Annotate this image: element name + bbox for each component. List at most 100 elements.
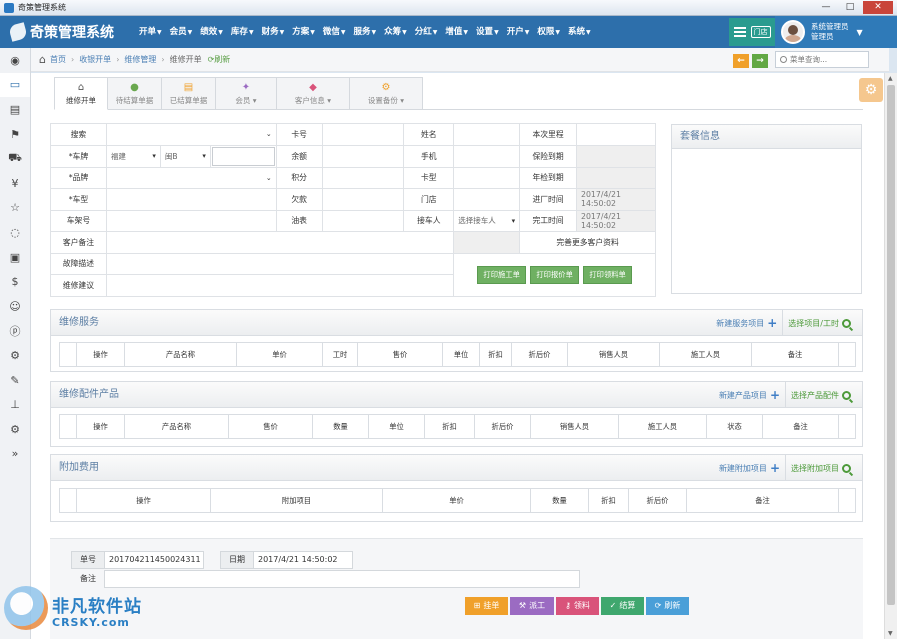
- advice-field[interactable]: [105, 274, 455, 297]
- fuel-field[interactable]: [321, 209, 405, 232]
- menu-item[interactable]: 系统▼: [565, 16, 596, 48]
- dollar-icon[interactable]: $: [0, 269, 30, 294]
- maximize-button[interactable]: □: [839, 1, 861, 14]
- choose-extra-button[interactable]: 选择附加项目: [786, 455, 856, 481]
- breadcrumb-repair[interactable]: 维修管理: [124, 54, 156, 65]
- menu-item[interactable]: 开单▼: [136, 16, 167, 48]
- vertical-scrollbar[interactable]: ▲ ▼: [884, 73, 897, 639]
- note-field[interactable]: [104, 570, 580, 588]
- breadcrumb-cashier[interactable]: 收银开单: [79, 54, 111, 65]
- star-icon[interactable]: ☆: [0, 196, 30, 221]
- new-part-button[interactable]: 新建产品项目 +: [714, 382, 786, 408]
- cart-icon: ⊞: [473, 601, 481, 610]
- customer-note-field[interactable]: [105, 231, 455, 254]
- monitor-icon[interactable]: ▭: [0, 72, 30, 98]
- date-field[interactable]: 2017/4/21 14:50:02: [253, 551, 353, 569]
- menu-item[interactable]: 库存▼: [228, 16, 259, 48]
- collapse-icon[interactable]: »: [0, 442, 30, 467]
- insurance-field[interactable]: [576, 144, 656, 168]
- gear-icon[interactable]: ⚙: [0, 343, 30, 368]
- menu-item[interactable]: 微信▼: [320, 16, 351, 48]
- scroll-thumb[interactable]: [887, 85, 895, 605]
- refresh-button[interactable]: ⟳ 刷新: [646, 597, 689, 615]
- vin-field[interactable]: [105, 209, 277, 232]
- menu-item[interactable]: 分红▼: [412, 16, 443, 48]
- name-field[interactable]: [453, 123, 521, 146]
- user-menu[interactable]: 系统管理员 管理员 ▼: [775, 16, 897, 48]
- dashboard-icon[interactable]: ◉: [0, 48, 30, 73]
- tab-pending[interactable]: ● 待结算单据: [108, 77, 162, 110]
- menu-item[interactable]: 权限▼: [534, 16, 565, 48]
- new-service-button[interactable]: 新建服务项目 +: [711, 310, 784, 336]
- caret-down-icon: ▼: [371, 29, 377, 36]
- print-material-button[interactable]: 打印领料单: [583, 265, 632, 284]
- tab-member[interactable]: ✦ 会员 ▾: [216, 77, 277, 110]
- inspection-field[interactable]: [576, 166, 656, 189]
- prev-page-button[interactable]: ←: [733, 54, 749, 68]
- model-field[interactable]: [105, 188, 277, 211]
- refresh-link[interactable]: ⟳刷新: [208, 54, 231, 65]
- in-time-field[interactable]: 2017/4/21 14:50:02: [576, 188, 656, 211]
- print-quote-button[interactable]: 打印报价单: [530, 265, 579, 284]
- tab-settings[interactable]: ⚙ 设置备份 ▾: [350, 77, 423, 110]
- phone-field[interactable]: [453, 144, 521, 168]
- new-extra-button[interactable]: 新建附加项目 +: [714, 455, 786, 481]
- menu-item[interactable]: 设置▼: [473, 16, 504, 48]
- truck-icon[interactable]: ⛟: [0, 146, 30, 171]
- menu-item[interactable]: 服务▼: [350, 16, 381, 48]
- search-input[interactable]: [790, 55, 860, 64]
- tab-settled[interactable]: ▤ 已结算单据: [162, 77, 216, 110]
- menu-item[interactable]: 方案▼: [289, 16, 320, 48]
- close-button[interactable]: ✕: [863, 1, 893, 14]
- menu-item[interactable]: 开户▼: [504, 16, 535, 48]
- choose-service-button[interactable]: 选择项目/工时: [783, 310, 856, 336]
- brand-logo[interactable]: 奇策管理系统: [8, 21, 114, 43]
- menu-item[interactable]: 众筹▼: [381, 16, 412, 48]
- cogs-icon[interactable]: ⚙: [0, 417, 30, 442]
- customer-search-select[interactable]: ⌄: [105, 123, 277, 146]
- material-button[interactable]: ⚷ 领料: [556, 597, 599, 615]
- smile-icon[interactable]: ☺: [0, 294, 30, 319]
- next-mileage-field[interactable]: [576, 123, 656, 146]
- menu-item[interactable]: 会员▼: [167, 16, 198, 48]
- dispatch-button[interactable]: ⚒ 派工: [510, 597, 554, 615]
- yen-icon[interactable]: ¥: [0, 171, 30, 196]
- store-button[interactable]: 门店: [729, 18, 775, 46]
- parts-title: 维修配件产品: [59, 389, 119, 400]
- tab-repair-order[interactable]: ⌂ 维修开单: [54, 77, 108, 110]
- pinterest-icon[interactable]: ⓟ: [0, 319, 30, 344]
- breadcrumb-home[interactable]: 首页: [50, 54, 66, 65]
- column-header: 工时: [322, 342, 358, 367]
- menu-item[interactable]: 增值▼: [442, 16, 473, 48]
- receiver-select[interactable]: 选择接车人 ▾: [453, 209, 521, 232]
- menu-item[interactable]: 绩效▼: [197, 16, 228, 48]
- column-header: 附加项目: [210, 488, 383, 513]
- sitemap-icon[interactable]: ⊥: [0, 392, 30, 417]
- comment-icon[interactable]: ◌: [0, 220, 30, 245]
- more-info-link[interactable]: 完善更多客户资料: [519, 231, 656, 254]
- fault-field[interactable]: [105, 252, 455, 275]
- brand-select[interactable]: ⌄: [105, 166, 277, 189]
- gift-icon[interactable]: ▣: [0, 245, 30, 270]
- settings-gear-button[interactable]: ⚙: [859, 78, 883, 102]
- hold-order-button[interactable]: ⊞ 挂单: [465, 597, 508, 615]
- minimize-button[interactable]: —: [815, 1, 837, 14]
- print-dispatch-button[interactable]: 打印施工单: [477, 265, 526, 284]
- done-time-field[interactable]: 2017/4/21 14:50:02: [576, 209, 656, 232]
- menu-item[interactable]: 财务▼: [259, 16, 290, 48]
- province-select[interactable]: 福建 ▾: [107, 145, 161, 167]
- plate-prefix-select[interactable]: 闽B ▾: [161, 145, 211, 167]
- next-page-button[interactable]: →: [752, 54, 768, 68]
- card-no-field[interactable]: [321, 123, 405, 146]
- balance-field: [321, 144, 405, 168]
- window-titlebar: 奇策管理系统 — □ ✕: [0, 0, 897, 16]
- plate-number-input[interactable]: [211, 146, 275, 166]
- column-header: 销售人员: [530, 414, 619, 439]
- choose-part-button[interactable]: 选择产品配件: [786, 382, 856, 408]
- column-header: 施工人员: [618, 414, 707, 439]
- flag-icon[interactable]: ⚑: [0, 122, 30, 147]
- edit-icon[interactable]: ✎: [0, 368, 30, 393]
- card-icon[interactable]: ▤: [0, 97, 30, 122]
- settle-button[interactable]: ✓ 结算: [601, 597, 644, 615]
- tab-customer[interactable]: ◆ 客户信息 ▾: [277, 77, 350, 110]
